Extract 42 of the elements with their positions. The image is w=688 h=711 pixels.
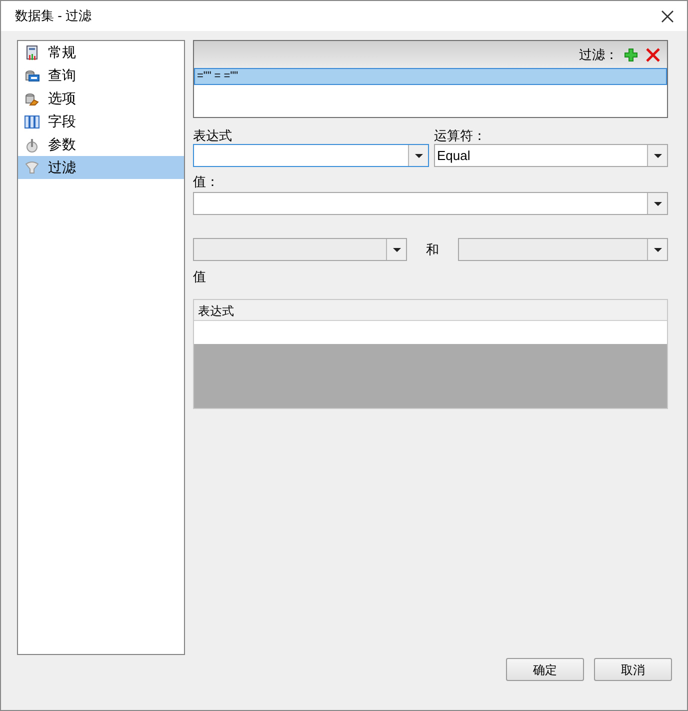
- item-label: 常规: [48, 43, 76, 62]
- sidebar-item[interactable]: 常规: [18, 41, 184, 64]
- window-title: 数据集 - 过滤: [15, 7, 92, 26]
- add-button[interactable]: [624, 46, 640, 62]
- close-icon: [660, 10, 674, 22]
- ok-button[interactable]: 确定: [506, 658, 584, 681]
- database-pencil-icon: [24, 90, 40, 106]
- database-icon: [24, 68, 40, 84]
- item-label: 过滤: [48, 158, 76, 177]
- expression-label: 表达式: [193, 127, 233, 144]
- dropdown-arrow-icon: [654, 202, 662, 206]
- sidebar-item[interactable]: 字段: [18, 110, 184, 133]
- operator-combobox[interactable]: Equal: [434, 144, 668, 167]
- close-icon: [646, 48, 660, 62]
- and-label: 和: [425, 240, 440, 259]
- funnel-icon: [24, 160, 40, 176]
- report-icon: [24, 44, 40, 60]
- dropdown-arrow-icon: [414, 154, 422, 158]
- knob-icon: [24, 136, 40, 152]
- columns-icon: [24, 114, 40, 130]
- sidebar-item[interactable]: 查询: [18, 64, 184, 87]
- operator-label: 运算符：: [434, 127, 487, 144]
- value-label: 值：: [193, 173, 220, 191]
- plus-icon: [624, 48, 638, 62]
- sidebar-item[interactable]: 选项: [18, 87, 184, 110]
- filter-label: 过滤：: [579, 46, 618, 64]
- value-combobox[interactable]: [193, 192, 668, 215]
- filter-row[interactable]: ="" = ="": [194, 68, 667, 85]
- item-label: 字段: [48, 112, 76, 131]
- dropdown-arrow-icon: [654, 248, 662, 252]
- expression-combobox[interactable]: [193, 144, 429, 167]
- delete-button[interactable]: [646, 46, 662, 62]
- item-label: 查询: [48, 66, 76, 85]
- values-label: 值: [193, 268, 207, 286]
- item-label: 参数: [48, 135, 76, 154]
- sidebar-item[interactable]: 过滤: [18, 156, 184, 179]
- dropdown-arrow-icon: [654, 154, 662, 158]
- sidebar-item[interactable]: 参数: [18, 133, 184, 156]
- item-label: 选项: [48, 89, 76, 108]
- column-header: 表达式: [197, 303, 235, 320]
- cancel-button[interactable]: 取消: [594, 658, 672, 681]
- dropdown-arrow-icon: [392, 248, 400, 252]
